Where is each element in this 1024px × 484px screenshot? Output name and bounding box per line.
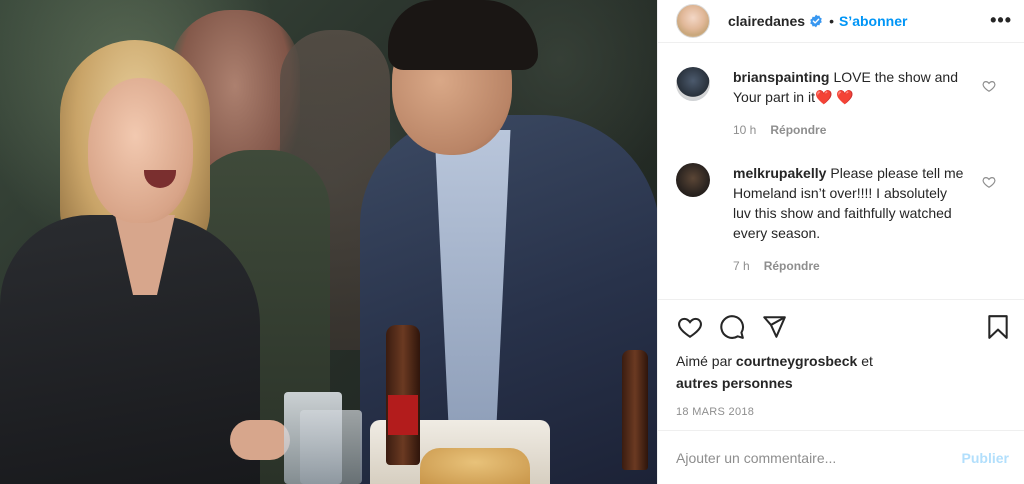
heart-icon[interactable] (982, 175, 996, 189)
liker-username[interactable]: courtneygrosbeck (736, 353, 857, 369)
follow-button[interactable]: S’abonner (839, 13, 907, 29)
likes-middle: et (861, 353, 873, 369)
comment-meta: 10 h Répondre (733, 120, 968, 140)
post-actions: Aimé par courtneygrosbeck et autres pers… (658, 299, 1024, 418)
chips (420, 448, 530, 484)
comment-body: melkrupakelly Please please tell me Homel… (733, 163, 968, 276)
comment-item: brianspainting LOVE the show and Your par… (676, 67, 1010, 140)
commenter-avatar[interactable] (676, 163, 710, 197)
author-username[interactable]: clairedanes (728, 13, 805, 29)
bookmark-icon[interactable] (984, 313, 1012, 341)
verified-badge-icon (809, 14, 823, 28)
comment-item: melkrupakelly Please please tell me Homel… (676, 163, 1010, 276)
instagram-post-modal: clairedanes • S’abonner ••• brianspainti… (0, 0, 1024, 484)
add-comment-bar: Publier (658, 430, 1024, 484)
separator-dot: • (829, 13, 834, 29)
hand (230, 420, 290, 460)
likes-others-link[interactable]: autres personnes (676, 375, 793, 391)
commenter-username[interactable]: melkrupakelly (733, 165, 826, 181)
comments-list[interactable]: brianspainting LOVE the show and Your par… (658, 43, 1024, 299)
comment-icon[interactable] (718, 313, 746, 341)
heart-icon[interactable] (982, 79, 996, 93)
post-header: clairedanes • S’abonner ••• (658, 0, 1024, 43)
likes-summary: Aimé par courtneygrosbeck et autres pers… (676, 350, 1007, 394)
comment-time[interactable]: 10 h (733, 120, 756, 140)
comment-time[interactable]: 7 h (733, 256, 750, 276)
likes-prefix: Aimé par (676, 353, 733, 369)
post-photo[interactable] (0, 0, 657, 484)
share-icon[interactable] (760, 313, 788, 341)
beer-bottle (622, 350, 648, 470)
heart-icon[interactable] (676, 313, 704, 341)
more-options-icon[interactable]: ••• (990, 10, 1012, 31)
reply-button[interactable]: Répondre (770, 120, 826, 140)
comment-body: brianspainting LOVE the show and Your par… (733, 67, 968, 140)
comment-meta: 7 h Répondre (733, 256, 968, 276)
publish-button[interactable]: Publier (962, 450, 1009, 466)
action-icons-row (676, 300, 1008, 352)
reply-button[interactable]: Répondre (764, 256, 820, 276)
post-date[interactable]: 18 MARS 2018 (676, 406, 1007, 418)
woman-face (88, 78, 193, 223)
beer-label (388, 395, 418, 435)
water-glass (300, 410, 362, 484)
comment-input[interactable] (676, 449, 962, 466)
commenter-username[interactable]: brianspainting (733, 69, 829, 85)
post-side-panel: clairedanes • S’abonner ••• brianspainti… (657, 0, 1024, 484)
man-hair (388, 0, 538, 70)
commenter-avatar[interactable] (676, 67, 710, 101)
author-avatar[interactable] (676, 4, 710, 38)
